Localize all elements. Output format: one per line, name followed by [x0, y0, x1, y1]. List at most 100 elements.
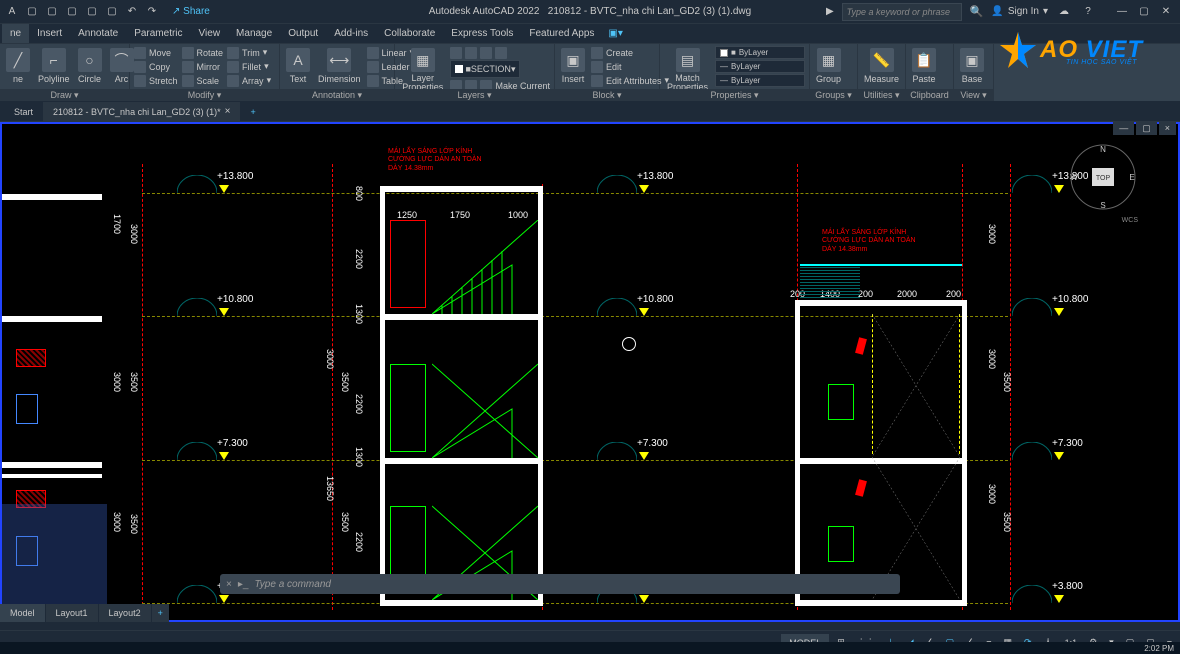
- tab-view[interactable]: View: [191, 24, 229, 43]
- open-icon[interactable]: ▢: [44, 4, 60, 20]
- lineweight-dropdown[interactable]: — ByLayer: [715, 60, 805, 73]
- viewport-max-icon[interactable]: ▢: [1136, 122, 1157, 135]
- match-properties-button[interactable]: ▤Match Properties: [664, 46, 711, 94]
- plot-icon[interactable]: ▢: [104, 4, 120, 20]
- rotate-button[interactable]: Rotate: [182, 46, 224, 59]
- start-tab[interactable]: Start: [4, 102, 43, 121]
- panel-clipboard-title[interactable]: Clipboard: [906, 89, 953, 101]
- panel-view-title[interactable]: View ▾: [954, 89, 993, 101]
- edit-attr-button[interactable]: Edit Attributes ▾: [591, 74, 669, 87]
- linetype-dropdown[interactable]: — ByLayer: [715, 74, 805, 87]
- panel-draw-title[interactable]: Draw ▾: [0, 89, 129, 101]
- polyline-button[interactable]: ⌐Polyline: [36, 46, 72, 86]
- layer-icon-2[interactable]: [465, 47, 477, 59]
- base-button[interactable]: ▣Base: [958, 46, 986, 86]
- insert-button[interactable]: ▣Insert: [559, 46, 587, 86]
- saveas-icon[interactable]: ▢: [84, 4, 100, 20]
- maximize-button[interactable]: ▢: [1134, 4, 1154, 20]
- dimension-text: 2200: [354, 394, 364, 414]
- model-tab[interactable]: Model: [0, 604, 46, 622]
- move-button[interactable]: Move: [134, 46, 178, 59]
- close-button[interactable]: ✕: [1156, 4, 1176, 20]
- new-tab-button[interactable]: +: [240, 102, 265, 121]
- array-button[interactable]: Array ▾: [227, 74, 271, 87]
- panel-layers-title[interactable]: Layers ▾: [395, 89, 554, 101]
- viewport-min-icon[interactable]: —: [1113, 122, 1134, 135]
- tab-output[interactable]: Output: [280, 24, 326, 43]
- panel-block-title[interactable]: Block ▾: [555, 89, 659, 101]
- panel-groups-title[interactable]: Groups ▾: [810, 89, 857, 101]
- paste-button[interactable]: 📋Paste: [910, 46, 938, 86]
- undo-icon[interactable]: ↶: [124, 4, 140, 20]
- xchange-icon[interactable]: ☁: [1056, 4, 1072, 20]
- layer-icon-1[interactable]: [450, 47, 462, 59]
- scale-button[interactable]: Scale: [182, 74, 224, 87]
- save-icon[interactable]: ▢: [64, 4, 80, 20]
- tab-addins[interactable]: Add-ins: [326, 24, 376, 43]
- level-mark: +13.800: [637, 171, 673, 182]
- layer-dropdown[interactable]: ■ SECTION ▾: [450, 60, 520, 78]
- new-icon[interactable]: ▢: [24, 4, 40, 20]
- dimension-text: 1700: [112, 214, 122, 234]
- app-menu-icon[interactable]: A: [4, 4, 20, 20]
- quick-access-toolbar: A ▢ ▢ ▢ ▢ ▢ ↶ ↷ ↗ Share: [4, 4, 210, 20]
- tab-collaborate[interactable]: Collaborate: [376, 24, 443, 43]
- stretch-button[interactable]: Stretch: [134, 74, 178, 87]
- tab-annotate[interactable]: Annotate: [70, 24, 126, 43]
- help-search-input[interactable]: Type a keyword or phrase: [842, 3, 962, 21]
- view-cube[interactable]: N S E W TOP WCS: [1068, 142, 1138, 212]
- layout1-tab[interactable]: Layout1: [46, 604, 99, 622]
- create-block-button[interactable]: Create: [591, 46, 669, 59]
- wcs-label[interactable]: WCS: [1068, 217, 1138, 224]
- tab-expand-icon[interactable]: ▣▾: [608, 28, 622, 39]
- color-dropdown[interactable]: ■ ByLayer: [715, 46, 805, 59]
- panel-utilities-title[interactable]: Utilities ▾: [858, 89, 905, 101]
- layer-properties-button[interactable]: ▦Layer Properties: [399, 46, 446, 94]
- minimize-button[interactable]: —: [1112, 4, 1132, 20]
- viewport-close-icon[interactable]: ×: [1159, 122, 1176, 135]
- drawing-canvas[interactable]: N S E W TOP WCS +13.800+13.800+13.800+10…: [0, 122, 1180, 622]
- layout2-tab[interactable]: Layout2: [99, 604, 152, 622]
- layer-icon-4[interactable]: [495, 47, 507, 59]
- command-line[interactable]: × ▸_ Type a command: [220, 574, 900, 594]
- fillet-button[interactable]: Fillet ▾: [227, 60, 271, 73]
- dimension-text: 3500: [129, 372, 139, 392]
- annotation-note: MÁI LẤY SÁNG LỚP KÍNHCƯỜNG LỰC DÁN AN TO…: [822, 229, 916, 254]
- circle-button[interactable]: ○Circle: [76, 46, 104, 86]
- group-button[interactable]: ▦Group: [814, 46, 843, 86]
- title-bar: A ▢ ▢ ▢ ▢ ▢ ↶ ↷ ↗ Share Autodesk AutoCAD…: [0, 0, 1180, 24]
- copy-button[interactable]: Copy: [134, 60, 178, 73]
- measure-button[interactable]: 📏Measure: [862, 46, 901, 86]
- edit-block-button[interactable]: Edit: [591, 60, 669, 73]
- editattr-icon: [591, 75, 603, 87]
- text-button[interactable]: AText: [284, 46, 312, 86]
- redo-icon[interactable]: ↷: [144, 4, 160, 20]
- panel-annotation-title[interactable]: Annotation ▾: [280, 89, 394, 101]
- stretch-icon: [134, 75, 146, 87]
- cmd-close-icon[interactable]: ×: [226, 579, 232, 590]
- dimension-button[interactable]: ⟷Dimension: [316, 46, 363, 86]
- rotate-icon: [182, 47, 194, 59]
- layer-icon-3[interactable]: [480, 47, 492, 59]
- tab-featured[interactable]: Featured Apps: [521, 24, 602, 43]
- line-button[interactable]: ╱ne: [4, 46, 32, 86]
- help-icon[interactable]: ?: [1080, 4, 1096, 20]
- move-icon: [134, 47, 146, 59]
- linear-icon: [367, 47, 379, 59]
- tab-manage[interactable]: Manage: [228, 24, 280, 43]
- mirror-button[interactable]: Mirror: [182, 60, 224, 73]
- share-button[interactable]: ↗ Share: [172, 6, 210, 17]
- signin-button[interactable]: 👤 Sign In ▾: [991, 6, 1048, 17]
- level-mark: +10.800: [1052, 294, 1088, 305]
- add-layout-button[interactable]: +: [152, 604, 169, 622]
- close-tab-icon[interactable]: ×: [225, 106, 231, 117]
- tab-home[interactable]: ne: [2, 24, 29, 43]
- trim-button[interactable]: Trim ▾: [227, 46, 271, 59]
- panel-modify-title[interactable]: Modify ▾: [130, 89, 279, 101]
- tab-express[interactable]: Express Tools: [443, 24, 521, 43]
- tab-insert[interactable]: Insert: [29, 24, 70, 43]
- level-mark: +7.300: [217, 438, 248, 449]
- document-tab[interactable]: 210812 - BVTC_nha chi Lan_GD2 (3) (1)*×: [43, 102, 240, 121]
- tab-parametric[interactable]: Parametric: [126, 24, 190, 43]
- panel-properties-title[interactable]: Properties ▾: [660, 89, 809, 101]
